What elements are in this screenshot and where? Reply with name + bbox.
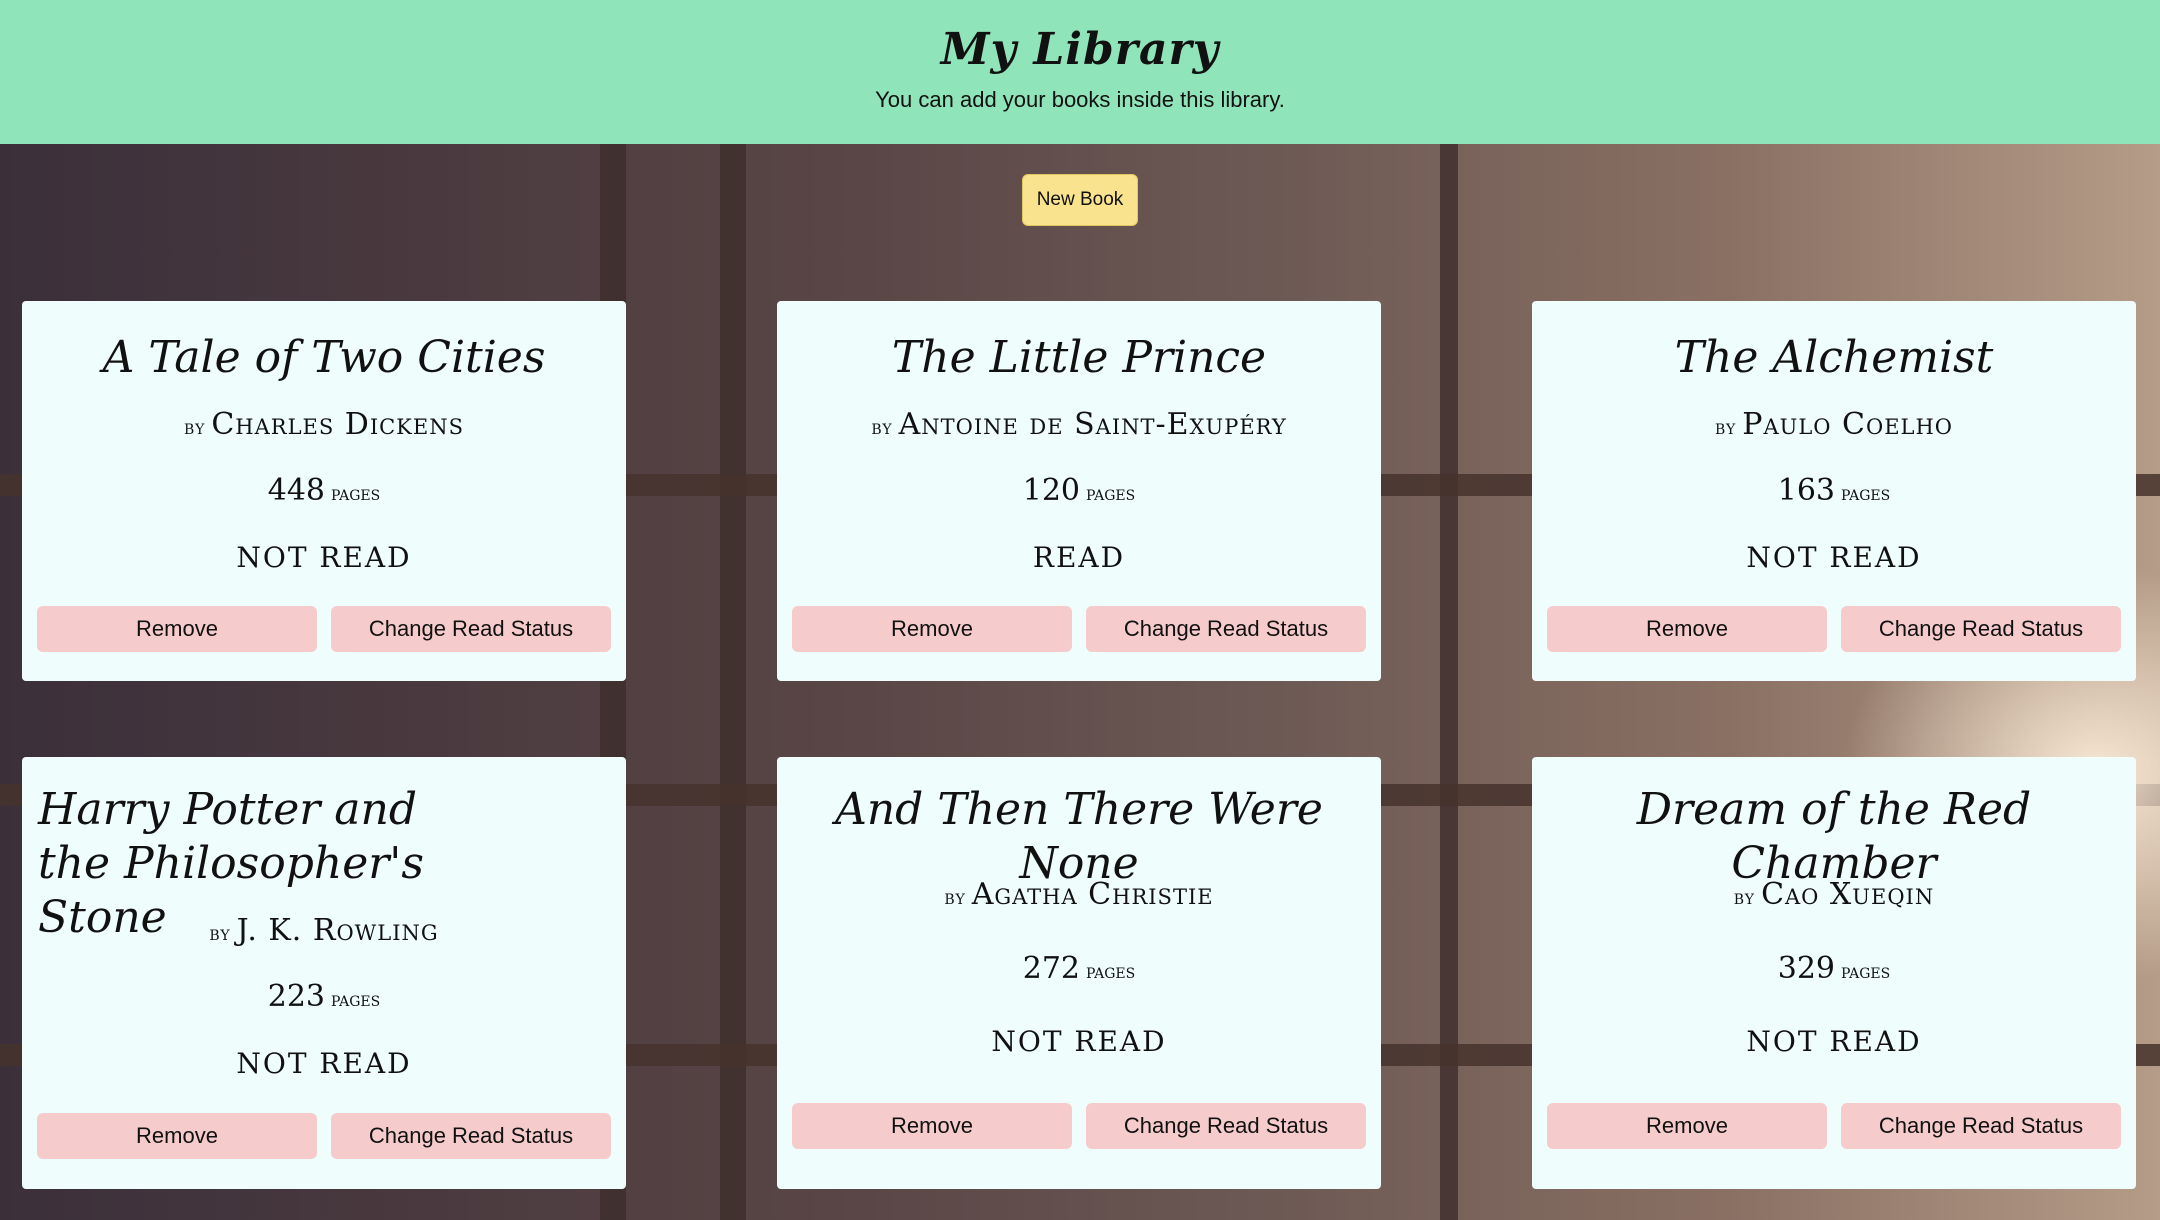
pages-unit: pages — [331, 481, 381, 505]
author-name: Paulo Coelho — [1742, 407, 1954, 442]
change-read-status-button[interactable]: Change Read Status — [331, 606, 611, 652]
remove-button[interactable]: Remove — [37, 1113, 317, 1159]
book-card: The Alchemist by Paulo Coelho 163 pages NO… — [1532, 301, 2136, 681]
book-pages: 163 pages — [1532, 473, 2136, 508]
book-author: by J. K. Rowling — [22, 913, 626, 948]
by-label: by — [944, 885, 966, 909]
author-name: Cao Xueqin — [1761, 877, 1935, 912]
pages-unit: pages — [1086, 959, 1136, 983]
author-name: Antoine de Saint-Exupéry — [898, 407, 1287, 442]
book-author: by Paulo Coelho — [1532, 407, 2136, 442]
read-status: NOT READ — [991, 1025, 1167, 1058]
remove-button[interactable]: Remove — [37, 606, 317, 652]
page-header: My Library You can add your books inside… — [0, 0, 2160, 144]
book-author: by Agatha Christie — [777, 877, 1381, 912]
page-count: 329 — [1777, 951, 1835, 986]
book-card: The Little Prince by Antoine de Saint-Exu… — [777, 301, 1381, 681]
page-count: 120 — [1022, 473, 1080, 508]
author-name: Charles Dickens — [211, 407, 464, 442]
book-title: A Tale of Two Cities — [102, 332, 546, 383]
change-read-status-button[interactable]: Change Read Status — [1841, 1103, 2121, 1149]
book-title: The Little Prince — [891, 332, 1267, 383]
book-pages: 448 pages — [22, 473, 626, 508]
book-pages: 272 pages — [777, 951, 1381, 986]
book-pages: 223 pages — [22, 979, 626, 1014]
book-card: Dream of the Red Chamber by Cao Xueqin 32… — [1532, 757, 2136, 1189]
book-author: by Cao Xueqin — [1532, 877, 2136, 912]
read-status: NOT READ — [1746, 541, 1922, 574]
book-pages: 329 pages — [1532, 951, 2136, 986]
remove-button[interactable]: Remove — [792, 1103, 1072, 1149]
remove-button[interactable]: Remove — [1547, 606, 1827, 652]
book-title: And Then There Were None — [835, 784, 1323, 889]
author-name: Agatha Christie — [971, 877, 1214, 912]
read-status: NOT READ — [236, 1047, 412, 1080]
pages-unit: pages — [1086, 481, 1136, 505]
page-count: 448 — [267, 473, 325, 508]
remove-button[interactable]: Remove — [1547, 1103, 1827, 1149]
read-status: NOT READ — [236, 541, 412, 574]
read-status: NOT READ — [1746, 1025, 1922, 1058]
book-title: The Alchemist — [1674, 332, 1994, 383]
change-read-status-button[interactable]: Change Read Status — [1841, 606, 2121, 652]
page-count: 272 — [1022, 951, 1080, 986]
by-label: by — [1714, 415, 1737, 439]
author-name: J. K. Rowling — [236, 913, 439, 948]
book-author: by Charles Dickens — [22, 407, 626, 442]
book-pages: 120 pages — [777, 473, 1381, 508]
page-count: 223 — [267, 979, 325, 1014]
book-card: Harry Potter and the Philosopher's Stone… — [22, 757, 626, 1189]
by-label: by — [1733, 885, 1756, 909]
change-read-status-button[interactable]: Change Read Status — [331, 1113, 611, 1159]
book-author: by Antoine de Saint-Exupéry — [777, 407, 1381, 442]
by-label: by — [871, 415, 893, 439]
book-title: Dream of the Red Chamber — [1636, 784, 2032, 889]
change-read-status-button[interactable]: Change Read Status — [1086, 1103, 1366, 1149]
read-status: READ — [1032, 541, 1126, 574]
pages-unit: pages — [1841, 959, 1891, 983]
remove-button[interactable]: Remove — [792, 606, 1072, 652]
by-label: by — [209, 921, 231, 945]
by-label: by — [184, 415, 206, 439]
pages-unit: pages — [1841, 481, 1891, 505]
page-title: My Library — [940, 24, 1220, 75]
new-book-button[interactable]: New Book — [1022, 174, 1138, 226]
book-card: A Tale of Two Cities by Charles Dickens 4… — [22, 301, 626, 681]
pages-unit: pages — [331, 987, 381, 1011]
change-read-status-button[interactable]: Change Read Status — [1086, 606, 1366, 652]
page-count: 163 — [1777, 473, 1835, 508]
page-subtitle: You can add your books inside this libra… — [875, 87, 1285, 112]
book-card: And Then There Were None by Agatha Christ… — [777, 757, 1381, 1189]
